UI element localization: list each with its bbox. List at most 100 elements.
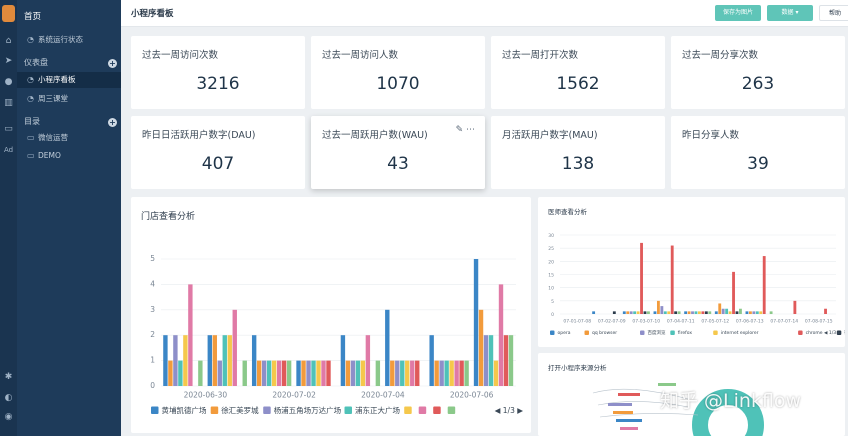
bar [718,303,722,314]
send-icon[interactable]: ➤ [0,56,17,66]
help-button[interactable]: 帮助 [819,5,848,21]
sidebar-home[interactable]: 首页 [17,9,121,25]
bar [670,245,674,314]
bar [498,284,504,386]
kpi-title: 过去一周打开次数 [502,50,579,61]
bar [395,360,400,386]
bar [660,306,664,314]
kpi-card[interactable]: 昨日分享人数 39 [671,116,845,189]
y-tick-label: 2 [150,330,155,339]
sidebar-section-label: 目录 [24,117,40,126]
bar [629,311,633,314]
folder-icon: ▭ [27,151,35,160]
legend-label: 黄埔凯德广场 [162,405,207,415]
x-tick-label: 2020-07-06 [450,391,494,400]
bar [732,271,735,314]
icon-rail: ⌂ ➤ ● ▥ ▭ Ad ✱ ◐ ◉ [0,0,17,436]
kpi-title: 过去一周分享次数 [682,50,759,61]
data-button-label: 数据 [781,9,794,16]
legend-label: 微信 [844,329,845,336]
bar [694,311,698,314]
bar [752,311,756,314]
kpi-card[interactable]: 昨日日活跃用户数字(DAU) 407 [131,116,305,189]
sidebar-item-wechat-ops[interactable]: ▭ 微信运营 [17,130,121,146]
bar [439,360,444,386]
bar [755,311,759,314]
user-icon[interactable]: ● [0,77,17,87]
bar [824,308,827,314]
add-dashboard-icon[interactable]: + [108,59,117,68]
bar [198,360,203,386]
sidebar-item-label: 微信运营 [38,133,68,142]
kpi-card[interactable]: 过去一周分享次数 263 [671,36,845,109]
legend-label: firefox [678,330,693,336]
more-icon[interactable]: ⋯ [466,125,475,135]
bar [708,311,712,314]
bar [793,300,797,314]
bar [345,360,351,386]
gear-icon[interactable]: ✱ [0,372,17,382]
bar [643,311,647,314]
kpi-card[interactable]: 过去一周打开次数 1562 [491,36,665,109]
edit-icon[interactable]: ✎ [456,125,464,135]
kpi-card[interactable]: 月活跃用户数字(MAU) 138 [491,116,665,189]
app-logo [2,5,15,22]
label-blur [613,411,633,414]
avatar[interactable]: ◉ [0,412,17,422]
top-bar: 小程序看板 保存为图片 数据 ▾ 帮助 [121,0,848,27]
legend-swatch [640,330,645,335]
bar [622,311,626,314]
bar [656,300,660,314]
label-blur [618,393,640,396]
bar [667,311,671,314]
bar [306,360,311,386]
kpi-card-hovered[interactable]: 过去一周跃用户数(WAU) ✎ ⋯ 43 [311,116,485,189]
sidebar-item-wednesday-class[interactable]: ◔ 周三课堂 [17,91,121,107]
legend-swatch [713,330,718,335]
x-tick-label: 2020-07-04 [361,391,405,400]
bar [684,311,688,314]
bar [271,360,277,386]
bar [721,308,725,314]
bar [326,360,331,386]
kpi-value: 138 [561,154,595,174]
legend-label: 徐汇美罗城 [221,405,259,415]
bar [483,335,489,386]
sidebar-item-label: 周三课堂 [38,94,68,103]
bar [405,360,410,386]
sidebar-directory-header: 目录 [17,114,121,130]
bar [296,360,301,386]
chat-icon[interactable]: ▭ [0,124,17,134]
bar [449,360,454,386]
message-icon[interactable]: ◐ [0,393,17,403]
legend-swatch [404,406,412,414]
kpi-value: 407 [201,154,235,174]
legend-swatch [447,406,456,414]
sidebar-item-system-status[interactable]: ◔ 系统运行状态 [17,32,121,48]
data-dropdown-button[interactable]: 数据 ▾ [767,5,813,21]
bar [242,360,247,386]
x-tick-label: 07-02-07-09 [598,319,626,325]
legend-swatch [433,406,441,414]
sidebar-item-label: 小程序看板 [38,75,76,84]
bar [375,360,381,386]
x-tick-label: 07-05-07-12 [701,319,729,325]
kpi-card[interactable]: 过去一周访问人数 1070 [311,36,485,109]
legend-swatch [670,330,675,335]
kpi-value: 3216 [196,74,240,94]
add-folder-icon[interactable]: + [108,118,117,127]
y-tick-label: 25 [548,246,554,252]
kpi-value: 263 [741,74,775,94]
bar [163,335,168,386]
bar [207,335,212,386]
ad-icon[interactable]: Ad [0,146,17,154]
kpi-value: 39 [747,154,769,174]
label-blur [608,403,632,406]
chart-icon[interactable]: ▥ [0,98,17,108]
home-icon[interactable]: ⌂ [0,36,17,46]
kpi-card[interactable]: 过去一周访问次数 3216 [131,36,305,109]
browser-bar-chart: 0 5 10 15 20 25 30 07-01-07-08 07-02-07-09 07-03-… [548,233,845,336]
save-image-button[interactable]: 保存为图片 [715,5,761,21]
sidebar-item-mini-program-board[interactable]: ◔ 小程序看板 [17,72,121,88]
sidebar-item-demo[interactable]: ▭ DEMO [17,148,121,164]
